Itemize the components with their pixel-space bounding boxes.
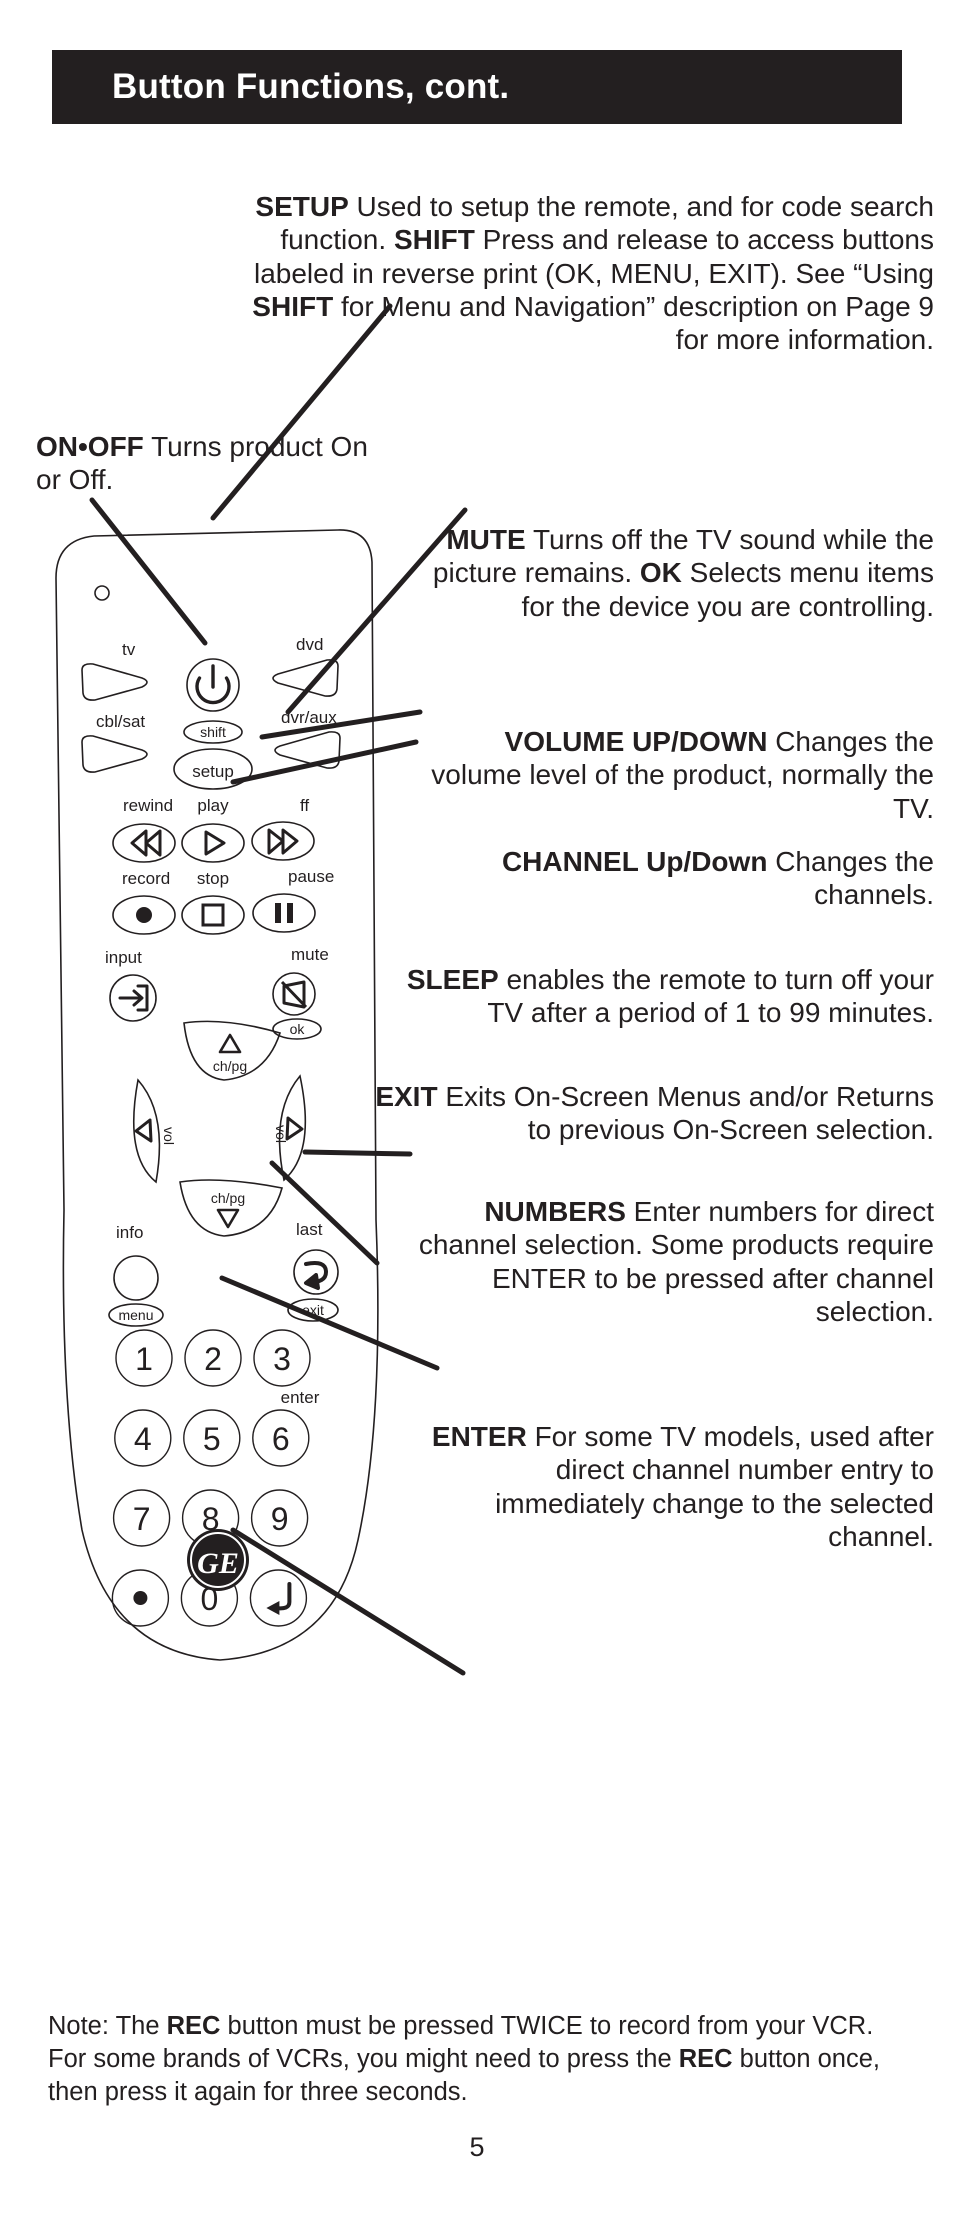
last-icon (304, 1261, 328, 1290)
label-input: input (105, 948, 142, 967)
body-text: For some TV models, used after direct ch… (495, 1421, 934, 1552)
dvd-device-button[interactable] (272, 659, 339, 697)
mute-icon (280, 980, 308, 1009)
dvr-aux-device-button[interactable] (274, 731, 341, 769)
emphasis-text: SHIFT (252, 290, 334, 322)
channel-callout: CHANNEL Up/Down Changes the channels. (414, 845, 934, 912)
page-number: 5 (469, 2132, 485, 2162)
ge-logo: GE (187, 1529, 249, 1591)
footer-note: Note: The REC button must be pressed TWI… (48, 2010, 914, 2109)
enter-callout: ENTER For some TV models, used after dir… (414, 1420, 934, 1553)
keypad-label-4: 4 (134, 1421, 152, 1457)
page-header-bar: Button Functions, cont. (52, 50, 902, 124)
label-info: info (116, 1223, 143, 1242)
on-off-callout: ON•OFF Turns product On or Off. (36, 430, 376, 497)
pause-icon (275, 903, 293, 923)
emphasis-text: SLEEP (406, 964, 499, 995)
body-text: Changes the channels. (767, 846, 934, 911)
label-dvr-aux: dvr/aux (281, 708, 337, 727)
keypad-label-2: 2 (204, 1341, 222, 1377)
label-stop: stop (197, 869, 229, 888)
power-icon (195, 664, 231, 705)
cbl-sat-device-button[interactable] (81, 735, 148, 773)
dot-icon (133, 1591, 148, 1605)
label-vol-right: vol (273, 1125, 289, 1143)
ge-logo-text: GE (197, 1547, 239, 1580)
label-shift: shift (200, 724, 226, 740)
keypad-label-5: 5 (203, 1421, 221, 1457)
triangle-down-icon (216, 1208, 240, 1229)
label-exit: exit (302, 1302, 324, 1318)
label-ch-pg-down: ch/pg (211, 1190, 245, 1206)
keypad-label-7: 7 (133, 1501, 151, 1537)
keypad-label-3: 3 (273, 1341, 291, 1377)
volume-callout: VOLUME UP/DOWN Changes the volume level … (414, 725, 934, 825)
ir-indicator-icon (94, 585, 110, 601)
keypad-label-1: 1 (135, 1341, 153, 1377)
play-icon (204, 830, 226, 856)
emphasis-text: VOLUME UP/DOWN (504, 726, 768, 757)
stop-icon (201, 903, 225, 927)
page-title: Button Functions, cont. (112, 67, 510, 106)
label-pause: pause (288, 867, 334, 886)
label-mute: mute (291, 945, 329, 964)
emphasis-text: ENTER (431, 1421, 527, 1452)
play-button[interactable] (181, 823, 245, 863)
label-play: play (197, 796, 229, 815)
label-last: last (296, 1220, 323, 1239)
label-ff: ff (300, 796, 309, 815)
emphasis-text: CHANNEL Up/Down (501, 846, 768, 877)
emphasis-text: MUTE (446, 524, 526, 555)
fast-forward-icon (267, 828, 299, 855)
label-setup: setup (192, 762, 234, 781)
numbers-callout: NUMBERS Enter numbers for direct channel… (414, 1195, 934, 1328)
keypad-button-enter[interactable] (249, 1569, 308, 1627)
emphasis-text: SETUP (255, 191, 349, 222)
triangle-left-icon (134, 1118, 153, 1143)
rewind-button[interactable] (112, 823, 176, 863)
emphasis-text: REC (678, 2045, 733, 2074)
label-enter: enter (281, 1388, 320, 1407)
enter-arrowhead-icon (266, 1601, 280, 1615)
emphasis-text: NUMBERS (484, 1196, 626, 1227)
triangle-up-icon (218, 1033, 242, 1054)
emphasis-text: SHIFT (393, 224, 475, 256)
label-rewind: rewind (123, 796, 173, 815)
label-ch-pg-up: ch/pg (213, 1058, 247, 1074)
label-menu: menu (118, 1307, 153, 1323)
emphasis-text: REC (166, 2012, 221, 2040)
channel-page-down-button[interactable] (179, 1179, 283, 1237)
record-icon (136, 907, 152, 923)
stop-button[interactable] (181, 895, 245, 935)
emphasis-text: OK (639, 557, 682, 589)
label-vol-left: vol (161, 1127, 177, 1145)
body-text: for Menu and Navigation” description on … (333, 290, 934, 356)
keypad-label-6: 6 (272, 1421, 290, 1457)
label-ok: ok (290, 1021, 306, 1037)
exit-callout: EXIT Exits On-Screen Menus and/or Return… (364, 1080, 934, 1147)
label-dvd: dvd (296, 635, 323, 654)
mute-ok-callout: MUTE Turns off the TV sound while the pi… (414, 523, 934, 623)
input-icon (118, 984, 149, 1012)
body-text: Note: The (48, 2012, 167, 2040)
emphasis-text: ON•OFF (36, 431, 144, 462)
keypad-label-9: 9 (271, 1501, 289, 1537)
pause-button[interactable] (252, 893, 316, 933)
info-button[interactable] (113, 1255, 159, 1301)
body-text: Exits On-Screen Menus and/or Returns to … (437, 1081, 934, 1146)
setup-shift-callout: SETUP Used to setup the remote, and for … (224, 190, 934, 357)
sleep-callout: SLEEP enables the remote to turn off you… (374, 963, 934, 1030)
tv-device-button[interactable] (81, 663, 148, 701)
remote-control-diagram: tv dvd cbl/sat dvr/aux shift setup rewin… (38, 520, 388, 1700)
body-text: enables the remote to turn off your TV a… (487, 964, 934, 1029)
label-cbl-sat: cbl/sat (96, 712, 145, 731)
rewind-icon (130, 829, 162, 857)
label-tv: tv (122, 640, 136, 659)
label-record: record (122, 869, 170, 888)
